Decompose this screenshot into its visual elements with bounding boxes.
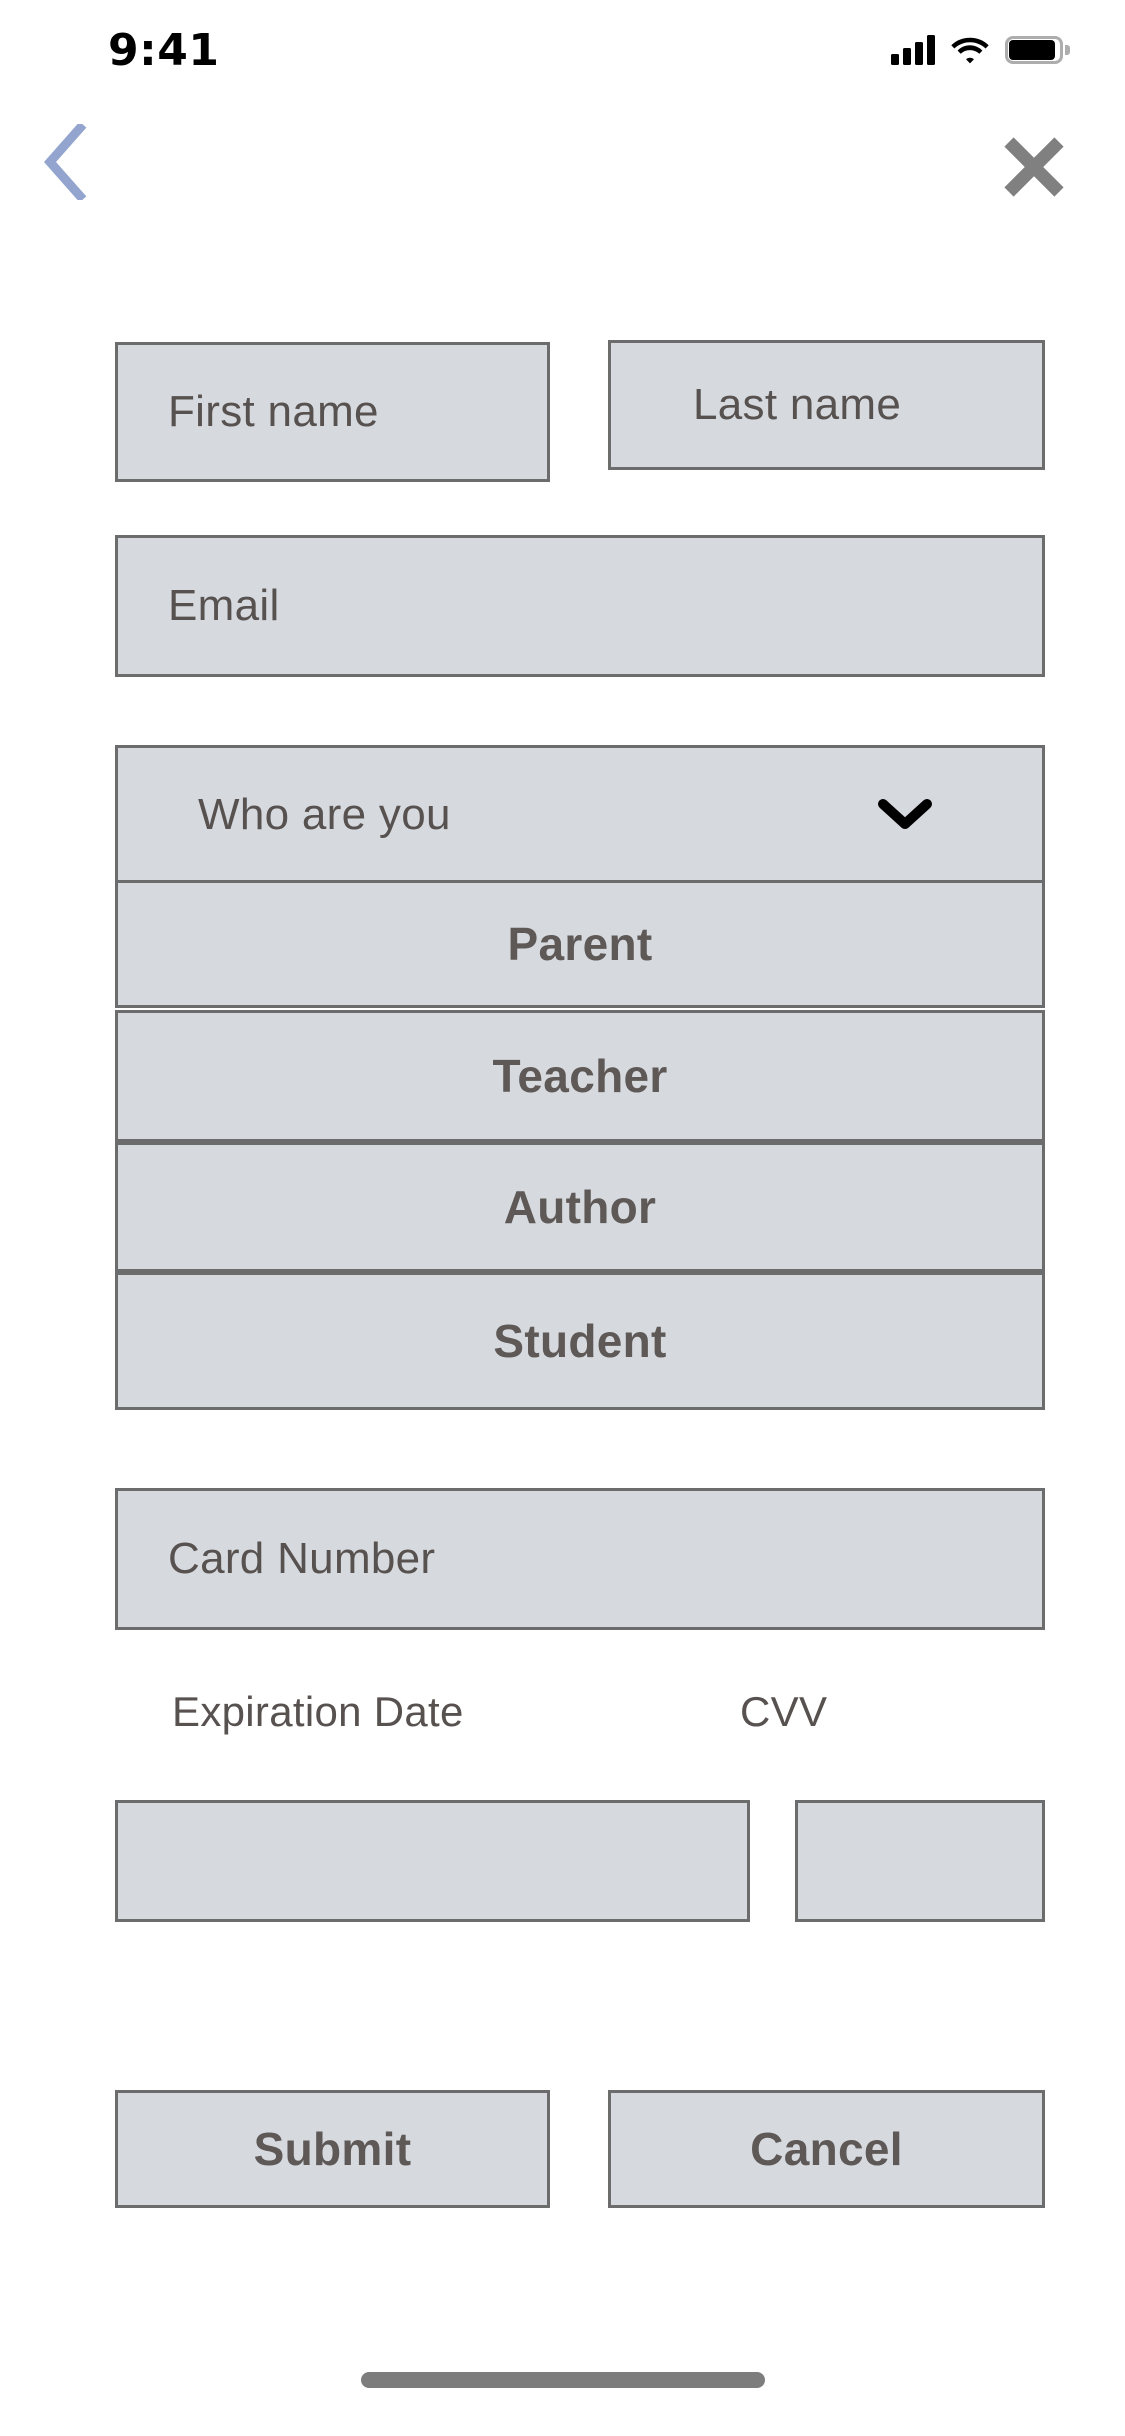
email-input[interactable]: Email [115, 535, 1045, 677]
submit-button[interactable]: Submit [115, 2090, 550, 2208]
cvv-input[interactable] [795, 1800, 1045, 1922]
role-option-label: Parent [507, 918, 653, 970]
last-name-placeholder: Last name [693, 380, 902, 429]
home-indicator[interactable] [360, 2372, 765, 2388]
cvv-label: CVV [740, 1688, 828, 1735]
expiration-date-input[interactable] [115, 1800, 750, 1922]
submit-button-label: Submit [253, 2123, 412, 2175]
role-option-author[interactable]: Author [115, 1142, 1045, 1272]
card-number-input[interactable]: Card Number [115, 1488, 1045, 1630]
first-name-input[interactable]: First name [115, 342, 550, 482]
role-option-label: Author [503, 1181, 657, 1233]
role-option-label: Student [493, 1315, 667, 1367]
role-option-student[interactable]: Student [115, 1272, 1045, 1410]
signup-form: First name Last name Email Who are you P… [0, 0, 1125, 2436]
role-select-placeholder: Who are you [198, 790, 451, 839]
card-number-placeholder: Card Number [168, 1534, 436, 1583]
cancel-button-label: Cancel [750, 2123, 903, 2175]
role-option-parent[interactable]: Parent [115, 880, 1045, 1008]
role-select[interactable]: Who are you [115, 745, 1045, 885]
cancel-button[interactable]: Cancel [608, 2090, 1045, 2208]
chevron-down-icon [878, 798, 932, 832]
expiration-date-label: Expiration Date [172, 1688, 464, 1735]
phone-screen: 9:41 First name Last name Email Who are … [0, 0, 1125, 2436]
role-option-label: Teacher [492, 1050, 668, 1102]
last-name-input[interactable]: Last name [608, 340, 1045, 470]
first-name-placeholder: First name [168, 387, 379, 436]
email-placeholder: Email [168, 581, 280, 630]
role-option-teacher[interactable]: Teacher [115, 1010, 1045, 1142]
